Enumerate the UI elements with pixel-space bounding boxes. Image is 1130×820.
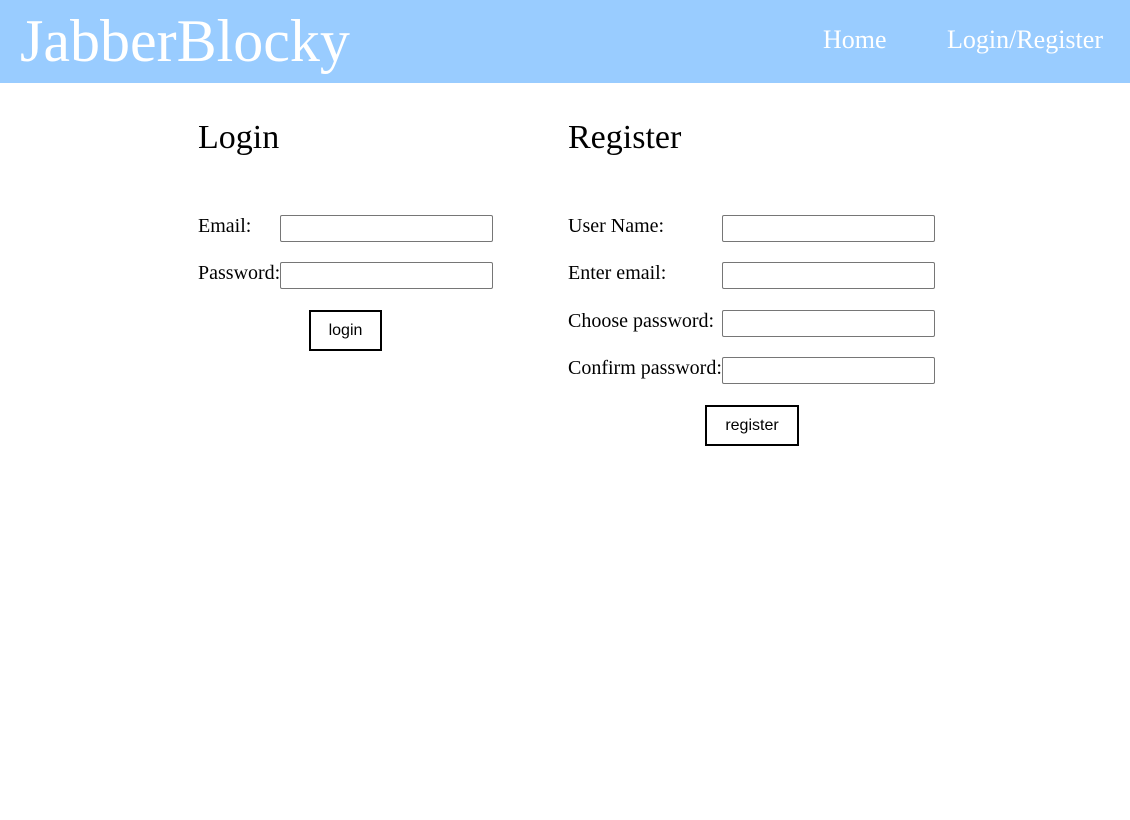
nav-login-register-link[interactable]: Login/Register	[947, 24, 1103, 56]
login-button[interactable]: login	[309, 310, 382, 351]
register-title: Register	[568, 119, 682, 156]
register-username-input[interactable]	[722, 215, 935, 242]
nav-home-link[interactable]: Home	[823, 24, 887, 56]
register-password-label: Choose password:	[568, 310, 715, 332]
register-confirm-label: Confirm password:	[568, 357, 722, 379]
brand-logo[interactable]: JabberBlocky	[20, 4, 350, 78]
register-username-label: User Name:	[568, 215, 665, 237]
register-email-input[interactable]	[722, 262, 935, 289]
login-password-label: Password:	[198, 262, 281, 284]
register-button[interactable]: register	[705, 405, 799, 446]
register-password-input[interactable]	[722, 310, 935, 337]
register-email-label: Enter email:	[568, 262, 667, 284]
login-password-input[interactable]	[280, 262, 493, 289]
register-confirm-input[interactable]	[722, 357, 935, 384]
top-nav-bar: JabberBlocky Home Login/Register	[0, 0, 1130, 83]
login-email-label: Email:	[198, 215, 252, 237]
login-email-input[interactable]	[280, 215, 493, 242]
login-title: Login	[198, 119, 280, 156]
